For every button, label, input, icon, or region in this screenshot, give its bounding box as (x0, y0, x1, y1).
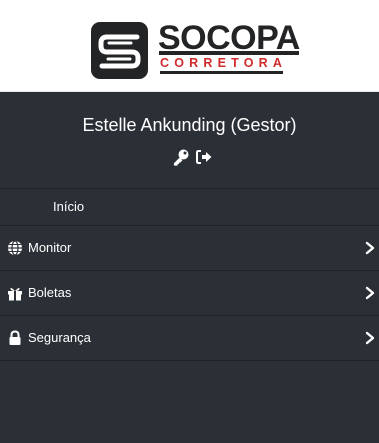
sidebar-item-boletas[interactable]: Boletas (0, 270, 379, 315)
chevron-right-icon (365, 286, 375, 300)
sidebar-item-monitor[interactable]: Monitor (0, 225, 379, 270)
globe-icon (8, 240, 22, 256)
key-icon[interactable] (172, 148, 190, 166)
sidebar-item-label: Boletas (28, 285, 72, 300)
lock-icon (9, 330, 21, 345)
sidebar-item-label: Segurança (28, 330, 91, 345)
user-actions (163, 148, 223, 166)
logout-icon[interactable] (195, 148, 213, 166)
chevron-right-icon (365, 241, 375, 255)
sidebar-item-label: Início (53, 199, 85, 214)
brand-name: SOCOPA (158, 19, 300, 57)
logo-mark-icon (91, 22, 148, 79)
brand-subtitle: CORRETORA (160, 56, 288, 74)
menu-divider (0, 360, 379, 361)
user-panel: Estelle Ankunding (Gestor) (0, 96, 379, 188)
sidebar-item-seguranca[interactable]: Segurança (0, 315, 379, 360)
brand-logo[interactable]: SOCOPA CORRETORA (91, 19, 305, 80)
sidebar-item-inicio[interactable]: Início (0, 188, 379, 225)
sidebar-menu: Início Monitor Boletas Segurança (0, 188, 379, 361)
chevron-right-icon (365, 331, 375, 345)
user-name: Estelle Ankunding (Gestor) (82, 115, 297, 135)
sidebar-item-label: Monitor (28, 240, 72, 255)
gift-icon (8, 287, 22, 301)
header-logo-bar: SOCOPA CORRETORA (0, 0, 379, 92)
